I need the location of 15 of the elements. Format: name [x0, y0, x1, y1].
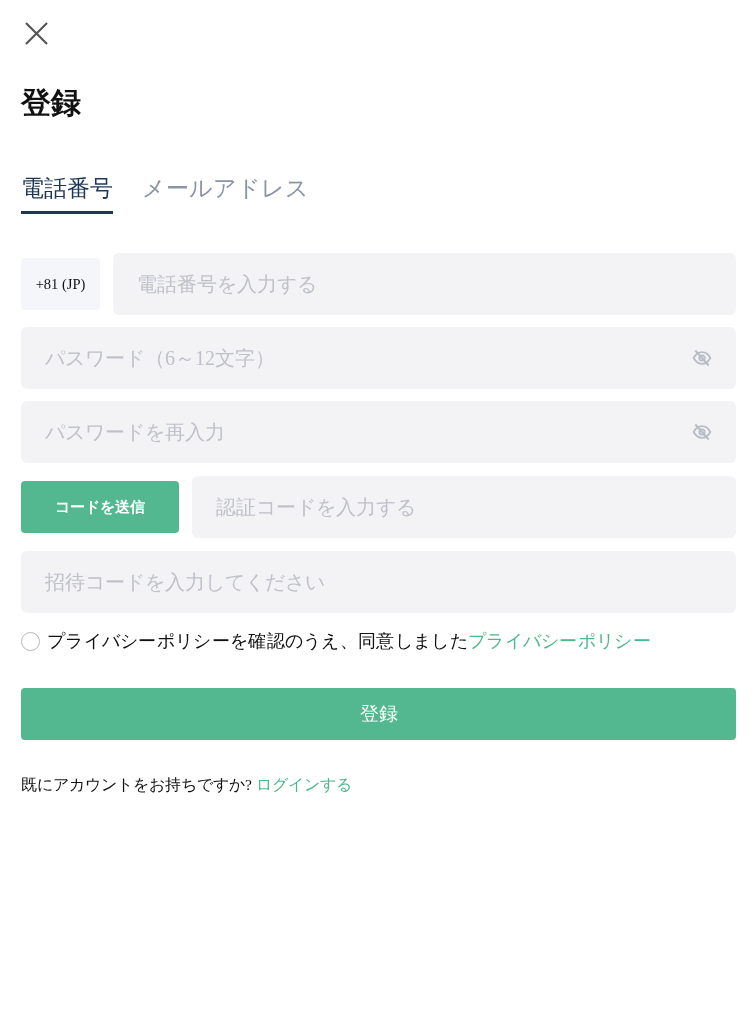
page-title: 登録	[21, 85, 81, 121]
privacy-policy-link[interactable]: プライバシーポリシー	[467, 631, 651, 651]
login-link[interactable]: ログインする	[255, 776, 352, 793]
agreement-checkbox[interactable]	[21, 631, 40, 651]
send-code-button[interactable]: コードを送信	[21, 481, 179, 533]
login-prompt: 既にアカウントをお持ちですか? ログインする	[21, 775, 352, 795]
eye-slash-icon[interactable]	[692, 348, 712, 368]
close-button[interactable]	[25, 22, 48, 45]
eye-slash-icon[interactable]	[692, 422, 712, 442]
country-code-button[interactable]: +81 (JP)	[21, 258, 100, 310]
agreement-text: プライバシーポリシーを確認のうえ、同意しましたプライバシーポリシー	[47, 630, 651, 653]
tab[interactable]: メールアドレス	[142, 173, 309, 214]
close-icon	[25, 22, 48, 45]
tab[interactable]: 電話番号	[21, 173, 113, 214]
register-button[interactable]: 登録	[21, 688, 736, 740]
